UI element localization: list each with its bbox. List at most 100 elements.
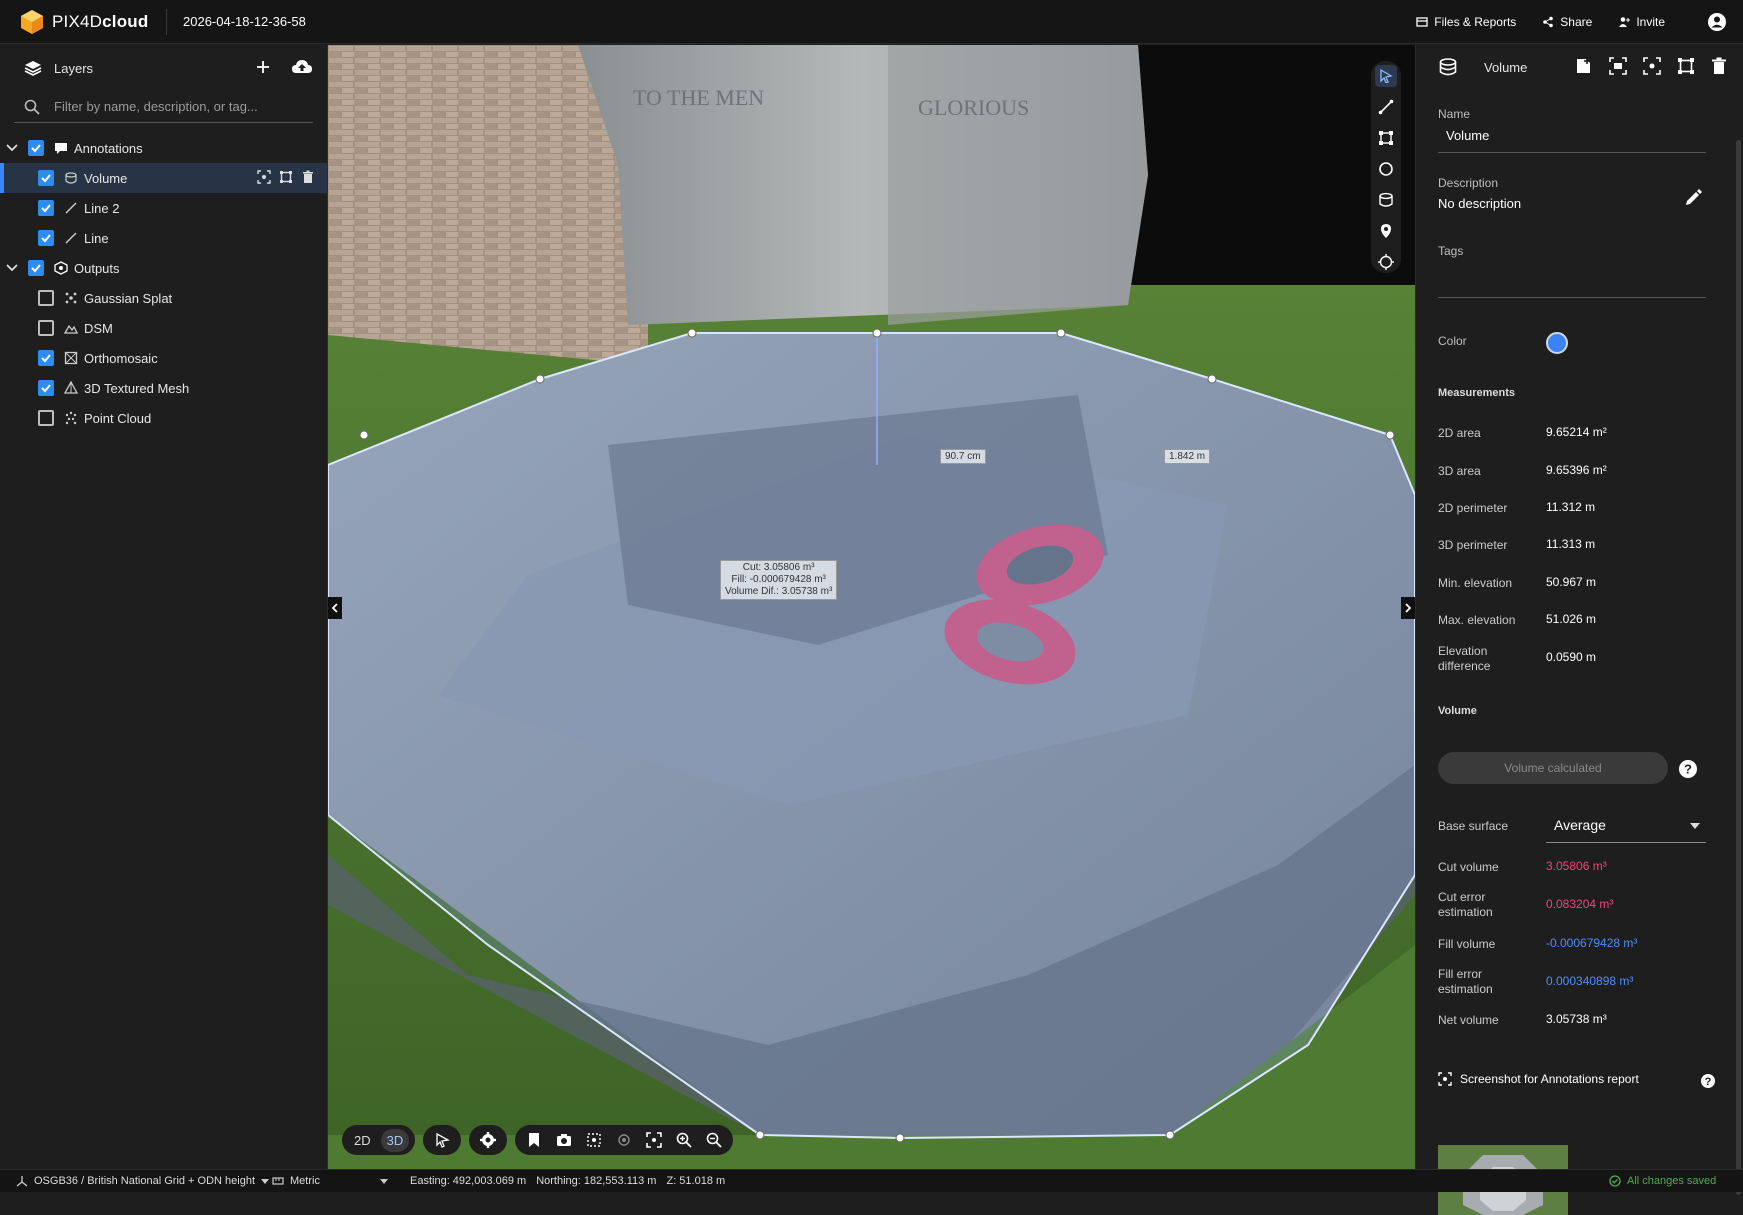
layer-checkbox[interactable] <box>38 320 54 336</box>
fit-view-button[interactable] <box>641 1127 667 1153</box>
units-selector[interactable]: Metric <box>272 1175 388 1187</box>
group-checkbox[interactable] <box>28 140 44 156</box>
svg-text:?: ? <box>1684 762 1692 777</box>
checkmark-icon <box>31 144 41 153</box>
layer-item-gaussian-splat[interactable]: Gaussian Splat <box>0 283 327 313</box>
ruler-icon <box>272 1177 284 1185</box>
invite-label: Invite <box>1636 15 1665 29</box>
name-input[interactable]: Volume <box>1446 128 1489 143</box>
files-reports-button[interactable]: Files & Reports <box>1416 15 1516 29</box>
account-button[interactable] <box>1707 12 1727 32</box>
bookmark-button[interactable] <box>521 1127 547 1153</box>
group-label: Outputs <box>74 260 120 276</box>
marker-tool[interactable] <box>1375 220 1397 242</box>
pencil-icon[interactable] <box>1684 189 1702 207</box>
measurement-label: 2D area <box>1438 426 1481 440</box>
edit-shape-icon[interactable] <box>1677 57 1695 75</box>
help-icon[interactable]: ? <box>1700 1073 1716 1089</box>
base-surface-label: Base surface <box>1438 819 1509 833</box>
cloud-upload-icon[interactable] <box>291 58 313 76</box>
line-icon <box>65 232 77 244</box>
chevron-right-icon <box>1405 603 1412 613</box>
pix4d-logo[interactable]: PIX4Dcloud <box>20 9 160 35</box>
help-icon[interactable]: ? <box>1678 759 1698 779</box>
line-tool[interactable] <box>1375 96 1397 118</box>
collapse-right-panel-button[interactable] <box>1401 597 1415 619</box>
base-surface-value: Average <box>1554 817 1606 833</box>
polygon-icon <box>1379 131 1393 145</box>
layer-item-orthomosaic[interactable]: Orthomosaic <box>0 343 327 373</box>
save-status-label: All changes saved <box>1627 1175 1717 1187</box>
layer-label: Line <box>84 230 109 246</box>
gcp-tool[interactable] <box>1375 251 1397 273</box>
volume-calculated-button[interactable]: Volume calculated <box>1438 752 1668 784</box>
layer-checkbox[interactable] <box>38 230 54 246</box>
layer-item-line[interactable]: Line <box>0 223 327 253</box>
crs-label: OSGB36 / British National Grid + ODN hei… <box>34 1175 256 1187</box>
base-surface-select[interactable]: Average <box>1546 807 1706 843</box>
trash-icon[interactable] <box>301 170 315 184</box>
group-outputs[interactable]: Outputs <box>0 253 327 283</box>
layer-checkbox[interactable] <box>38 380 54 396</box>
units-label: Metric <box>290 1175 320 1187</box>
group-checkbox[interactable] <box>28 260 44 276</box>
crs-selector[interactable]: OSGB36 / British National Grid + ODN hei… <box>16 1175 270 1187</box>
add-user-icon <box>1619 17 1631 27</box>
volume-section-title: Volume <box>1438 705 1477 717</box>
layer-item-point-cloud[interactable]: Point Cloud <box>0 403 327 433</box>
chevron-down-icon[interactable] <box>4 260 20 276</box>
height-measure-label: 90.7 cm <box>940 449 986 464</box>
layer-item-3d-textured-mesh[interactable]: 3D Textured Mesh <box>0 373 327 403</box>
layer-item-dsm[interactable]: DSM <box>0 313 327 343</box>
focus-icon[interactable] <box>257 170 271 184</box>
locate-button[interactable] <box>611 1127 637 1153</box>
zoom-out-button[interactable] <box>701 1127 727 1153</box>
screenshot-button[interactable] <box>551 1127 577 1153</box>
checkmark-icon <box>41 204 51 213</box>
volume-icon <box>65 172 77 184</box>
share-button[interactable]: Share <box>1542 15 1592 29</box>
trash-icon[interactable] <box>1711 57 1727 75</box>
zoom-in-button[interactable] <box>671 1127 697 1153</box>
account-icon <box>1708 13 1726 31</box>
layer-item-line-2[interactable]: Line 2 <box>0 193 327 223</box>
layer-checkbox[interactable] <box>38 350 54 366</box>
volume-tool[interactable] <box>1375 189 1397 211</box>
polygon-tool[interactable] <box>1375 127 1397 149</box>
focus-icon[interactable] <box>1643 57 1661 75</box>
filter-input[interactable] <box>52 98 302 115</box>
collapse-left-panel-button[interactable] <box>328 597 342 619</box>
mode-2d-button[interactable]: 2D <box>348 1129 377 1152</box>
details-scrollbar[interactable] <box>1736 140 1741 1195</box>
layer-item-volume[interactable]: Volume <box>0 163 327 193</box>
mode-3d-button[interactable]: 3D <box>380 1128 410 1152</box>
navigation-mode-button[interactable] <box>429 1127 455 1153</box>
screenshot-report-row: Screenshot for Annotations report <box>1438 1072 1639 1086</box>
outputs-icon <box>54 261 68 275</box>
edit-shape-icon[interactable] <box>279 170 293 184</box>
layer-checkbox[interactable] <box>38 200 54 216</box>
layer-checkbox[interactable] <box>38 290 54 306</box>
volume-diff-readout: Volume Dif.: 3.05738 m³ <box>725 586 833 597</box>
tags-input[interactable] <box>1438 297 1706 298</box>
layer-label: DSM <box>84 320 113 336</box>
select-tool[interactable] <box>1375 65 1397 87</box>
chevron-down-icon[interactable] <box>4 140 20 156</box>
zoom-to-area-button[interactable] <box>581 1127 607 1153</box>
screenshot-area-icon[interactable] <box>1609 57 1627 75</box>
add-to-report-icon[interactable] <box>1575 57 1593 75</box>
circle-tool[interactable] <box>1375 158 1397 180</box>
invite-button[interactable]: Invite <box>1618 15 1665 29</box>
group-label: Annotations <box>74 140 143 156</box>
group-annotations[interactable]: Annotations <box>0 133 327 163</box>
layers-header: Layers <box>0 45 327 91</box>
checkmark-icon <box>31 264 41 273</box>
add-layer-icon[interactable] <box>255 59 271 75</box>
layer-checkbox[interactable] <box>38 170 54 186</box>
3d-viewport[interactable]: TO THE MEN GLORIOUS 90.7 cm 1.842 m Cut:… <box>328 45 1415 1169</box>
color-swatch[interactable] <box>1546 332 1568 354</box>
layer-checkbox[interactable] <box>38 410 54 426</box>
name-underline <box>1438 152 1706 153</box>
settings-button[interactable] <box>475 1127 501 1153</box>
measurement-value: 9.65214 m² <box>1546 425 1607 439</box>
